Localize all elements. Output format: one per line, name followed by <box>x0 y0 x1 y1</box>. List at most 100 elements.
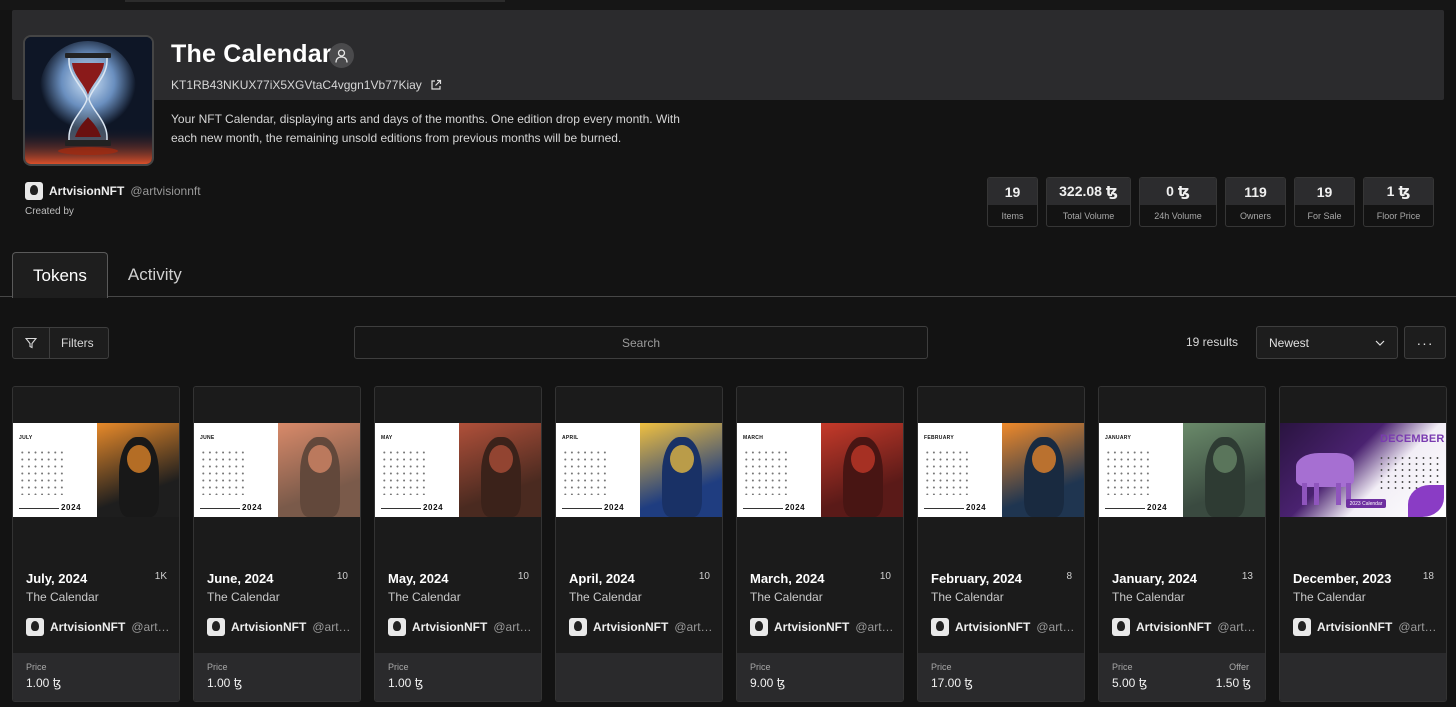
token-portrait <box>278 423 360 517</box>
token-card[interactable]: MAY 2024 May, 2024 10 The Calendar Artvi… <box>374 386 542 702</box>
cow-leg <box>1314 483 1319 505</box>
calendar-rule <box>19 508 59 509</box>
token-owner[interactable]: ArtvisionNFT @artvisionnft <box>569 618 715 636</box>
token-card[interactable]: FEBRUARY 2024 February, 2024 8 The Calen… <box>917 386 1085 702</box>
portrait-face <box>670 445 694 473</box>
created-by-label: Created by <box>25 206 74 217</box>
token-name[interactable]: January, 2024 <box>1112 571 1232 586</box>
token-price-footer[interactable]: Price 1.00 ꜩ <box>13 653 179 701</box>
token-media[interactable]: JANUARY 2024 <box>1099 387 1265 553</box>
token-card[interactable]: APRIL 2024 April, 2024 10 The Calendar A… <box>555 386 723 702</box>
token-media[interactable]: MAY 2024 <box>375 387 541 553</box>
token-artwork-frame: MARCH 2024 <box>737 423 903 517</box>
owner-handle: @artvisionnft <box>1217 620 1258 634</box>
token-collection-name[interactable]: The Calendar <box>931 590 1004 604</box>
token-price-footer[interactable] <box>556 653 722 701</box>
token-portrait <box>640 423 722 517</box>
token-collection-name[interactable]: The Calendar <box>26 590 99 604</box>
token-media[interactable]: JUNE 2024 <box>194 387 360 553</box>
token-media[interactable]: JULY 2024 <box>13 387 179 553</box>
token-collection-name[interactable]: The Calendar <box>569 590 642 604</box>
external-link-icon[interactable] <box>430 79 442 91</box>
token-name[interactable]: April, 2024 <box>569 571 689 586</box>
token-media[interactable]: MARCH 2024 <box>737 387 903 553</box>
token-artwork-frame: DECEMBER 2023 Calendar <box>1280 423 1446 517</box>
contract-address-text: KT1RB43NKUX77iX5XGVtaC4vggn1Vb77Kiay <box>171 78 422 92</box>
token-collection-name[interactable]: The Calendar <box>207 590 280 604</box>
token-collection-name[interactable]: The Calendar <box>1112 590 1185 604</box>
token-name[interactable]: December, 2023 <box>1293 571 1413 586</box>
token-media[interactable]: FEBRUARY 2024 <box>918 387 1084 553</box>
owner-handle: @artvisionnft <box>674 620 715 634</box>
token-owner[interactable]: ArtvisionNFT @artvisionnft <box>1112 618 1258 636</box>
token-owner[interactable]: ArtvisionNFT @artvisionnft <box>26 618 172 636</box>
token-card[interactable]: MARCH 2024 March, 2024 10 The Calendar A… <box>736 386 904 702</box>
stat-floor-price: 1 ꜩ Floor Price <box>1363 177 1434 227</box>
owner-name: ArtvisionNFT <box>50 620 126 634</box>
calendar-rule <box>381 508 421 509</box>
token-name[interactable]: February, 2024 <box>931 571 1051 586</box>
token-collection-name[interactable]: The Calendar <box>388 590 461 604</box>
token-price-footer[interactable]: Price 1.00 ꜩ <box>194 653 360 701</box>
token-year-label: 2024 <box>966 503 987 512</box>
token-owner[interactable]: ArtvisionNFT @artvisionnft <box>931 618 1077 636</box>
contract-address[interactable]: KT1RB43NKUX77iX5XGVtaC4vggn1Vb77Kiay <box>171 78 442 92</box>
token-media[interactable]: DECEMBER 2023 Calendar <box>1280 387 1446 553</box>
token-name[interactable]: July, 2024 <box>26 571 146 586</box>
owner-avatar <box>569 618 587 636</box>
filters-button[interactable]: Filters <box>12 327 109 359</box>
token-edition-count: 13 <box>1241 571 1253 582</box>
token-owner[interactable]: ArtvisionNFT @artvisionnft <box>750 618 896 636</box>
token-owner[interactable]: ArtvisionNFT @artvisionnft <box>207 618 353 636</box>
token-name[interactable]: May, 2024 <box>388 571 508 586</box>
token-card[interactable]: DECEMBER 2023 Calendar December, 2023 18… <box>1279 386 1447 702</box>
token-name[interactable]: June, 2024 <box>207 571 327 586</box>
calendar-rule <box>924 508 964 509</box>
token-edition-count: 1K <box>154 571 167 582</box>
creator-profile-button[interactable] <box>329 43 354 68</box>
tab-tokens[interactable]: Tokens <box>12 252 108 298</box>
token-price-footer[interactable] <box>1280 653 1446 701</box>
token-card[interactable]: JUNE 2024 June, 2024 10 The Calendar Art… <box>193 386 361 702</box>
offer-value: 1.50 ꜩ <box>1215 676 1251 690</box>
token-card[interactable]: JULY 2024 July, 2024 1K The Calendar Art… <box>12 386 180 702</box>
creator-link[interactable]: ArtvisionNFT @artvisionnft <box>25 182 201 200</box>
token-collection-name[interactable]: The Calendar <box>1293 590 1366 604</box>
tab-activity[interactable]: Activity <box>108 252 202 298</box>
token-price-footer[interactable]: Price 9.00 ꜩ <box>737 653 903 701</box>
more-options-button[interactable]: ··· <box>1404 326 1446 359</box>
calendar-grid <box>743 449 789 495</box>
sort-select[interactable]: Newest <box>1256 326 1398 359</box>
owner-avatar <box>388 618 406 636</box>
chevron-down-icon <box>1375 340 1385 346</box>
price-label: Price <box>207 662 228 672</box>
collection-tabs: Tokens Activity <box>12 252 202 298</box>
token-artwork-frame: JULY 2024 <box>13 423 179 517</box>
calendar-page: FEBRUARY 2024 <box>918 423 1002 517</box>
calendar-page: MARCH 2024 <box>737 423 821 517</box>
search-input[interactable] <box>354 326 928 359</box>
portrait-face <box>851 445 875 473</box>
stat-value: 1 ꜩ <box>1364 178 1433 205</box>
stat-label: Floor Price <box>1376 210 1421 221</box>
token-price-footer[interactable]: Price 1.00 ꜩ <box>375 653 541 701</box>
token-price-footer[interactable]: Price 17.00 ꜩ <box>918 653 1084 701</box>
token-owner[interactable]: ArtvisionNFT @artvisionnft <box>1293 618 1439 636</box>
token-price-footer[interactable]: Price 5.00 ꜩ Offer 1.50 ꜩ <box>1099 653 1265 701</box>
results-count: 19 results <box>1186 335 1239 349</box>
token-year-label: 2024 <box>785 503 806 512</box>
token-owner[interactable]: ArtvisionNFT @artvisionnft <box>388 618 534 636</box>
price-value: 1.00 ꜩ <box>26 676 62 690</box>
token-media[interactable]: APRIL 2024 <box>556 387 722 553</box>
token-year-label: 2024 <box>242 503 263 512</box>
token-name[interactable]: March, 2024 <box>750 571 870 586</box>
stat-label: 24h Volume <box>1154 210 1202 221</box>
token-month-label: JANUARY <box>1105 435 1132 441</box>
calendar-grid <box>19 449 65 495</box>
price-label: Price <box>388 662 409 672</box>
stat-value: 19 <box>1295 178 1354 205</box>
token-collection-name[interactable]: The Calendar <box>750 590 823 604</box>
token-edition-count: 10 <box>336 571 348 582</box>
token-card[interactable]: JANUARY 2024 January, 2024 13 The Calend… <box>1098 386 1266 702</box>
collection-title: The Calendar <box>171 40 332 68</box>
